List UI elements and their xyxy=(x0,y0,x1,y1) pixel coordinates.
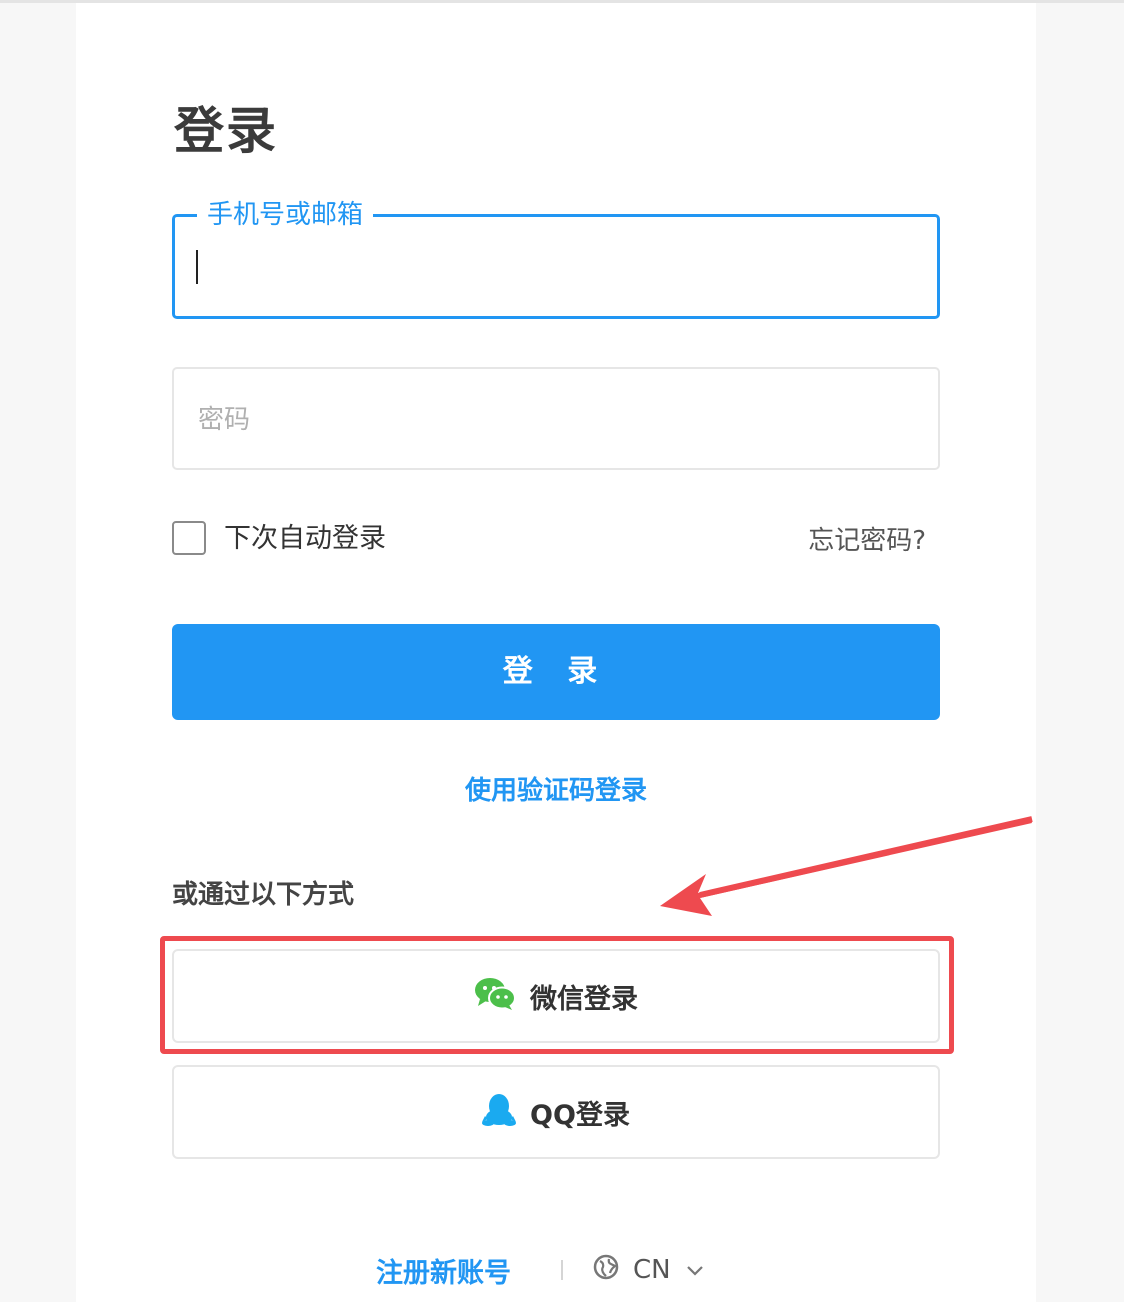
chevron-down-icon xyxy=(685,1255,705,1285)
language-selector[interactable]: CN xyxy=(593,1254,705,1287)
footer-divider xyxy=(561,1260,563,1280)
language-label: CN xyxy=(633,1255,671,1285)
annotation-arrow xyxy=(660,816,1033,916)
footer: 注册新账号 CN xyxy=(376,1250,705,1290)
globe-icon xyxy=(593,1254,619,1287)
register-link[interactable]: 注册新账号 xyxy=(376,1251,511,1290)
